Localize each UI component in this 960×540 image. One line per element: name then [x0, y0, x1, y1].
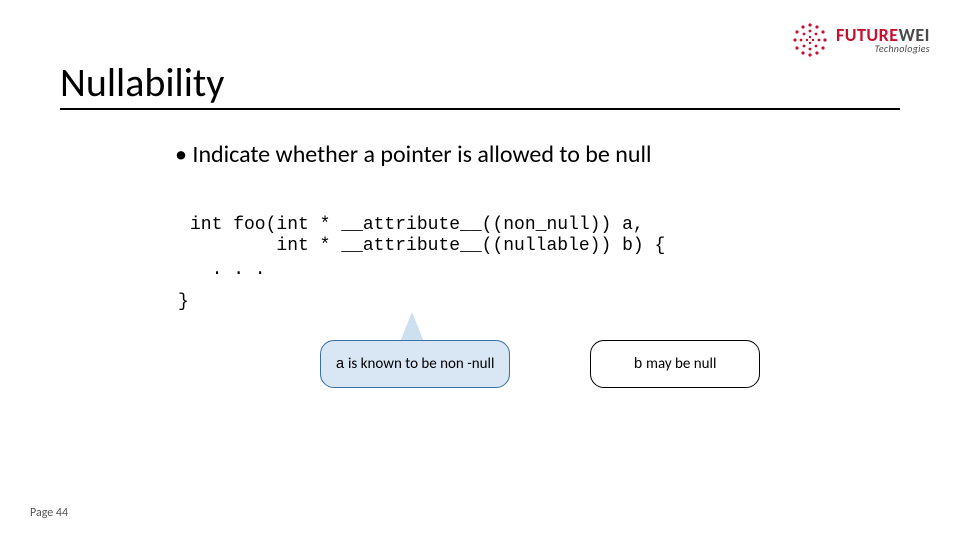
code-line-2: int * __attribute__((nullable)) b) {: [190, 236, 665, 257]
logo-subtitle: Technologies: [836, 44, 930, 54]
slide: FUTUREWEI Technologies Nullability Indic…: [0, 0, 960, 540]
logo-dots-icon: [790, 20, 830, 60]
bullet-text: Indicate whether a pointer is allowed to…: [175, 140, 652, 169]
callout-b-pointer: [620, 312, 644, 342]
title-underline: [60, 108, 900, 110]
logo-text: FUTUREWEI Technologies: [836, 26, 930, 54]
callout-b: b may be null: [590, 340, 760, 388]
code-line-1: int foo(int * __attribute__((non_null)) …: [190, 215, 644, 236]
callout-a-text: is known to be non -null: [345, 355, 495, 373]
callout-a: a is known to be non -null: [320, 340, 510, 388]
page-number: Page 44: [30, 506, 68, 520]
callout-b-var: b: [634, 356, 643, 373]
callout-a-pointer: [400, 312, 424, 342]
code-line-4: }: [178, 292, 189, 313]
slide-title: Nullability: [60, 58, 224, 107]
logo: FUTUREWEI Technologies: [790, 20, 930, 60]
callout-b-text: may be null: [643, 355, 717, 373]
code-line-3: . . .: [190, 260, 266, 281]
callout-a-var: a: [336, 356, 345, 373]
